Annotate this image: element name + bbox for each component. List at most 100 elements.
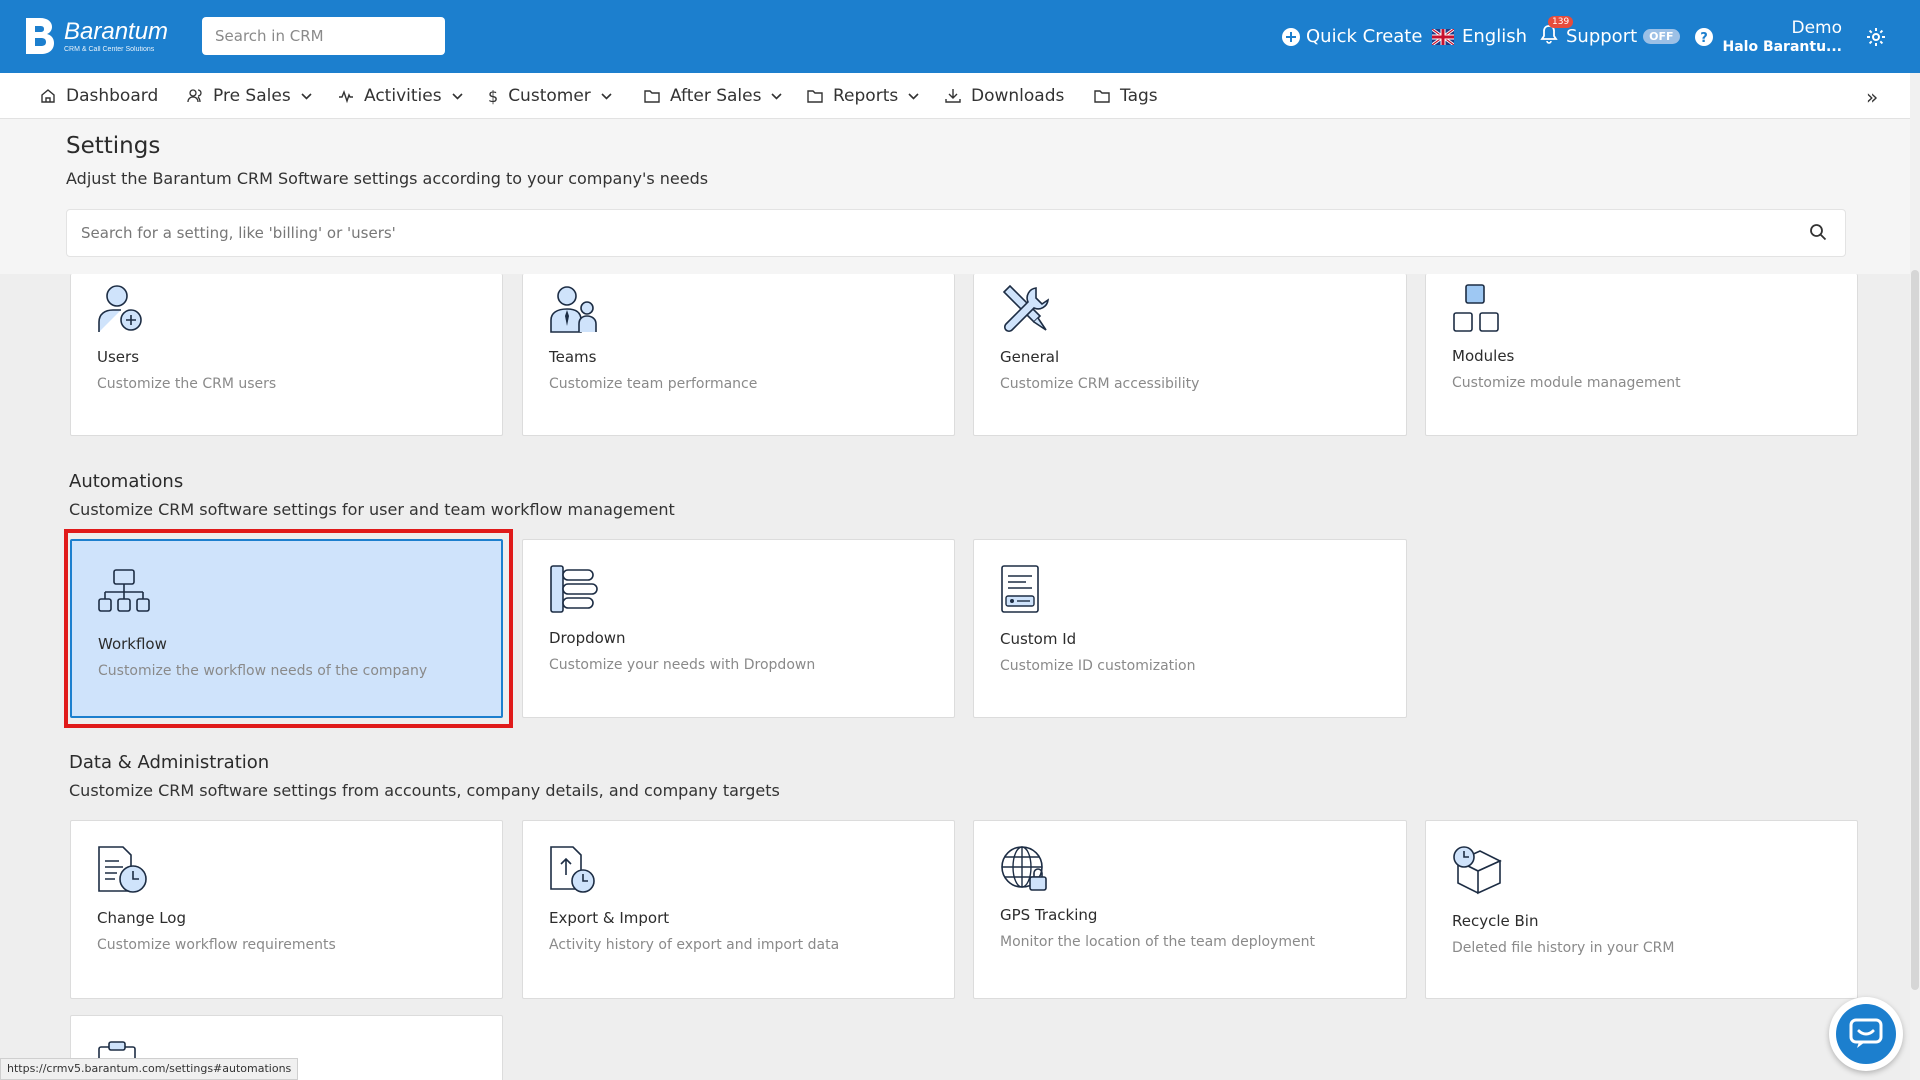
nav-activities[interactable]: Activities — [338, 73, 473, 119]
card-description: Customize team performance — [549, 376, 758, 392]
help-button[interactable]: ? — [1695, 0, 1713, 73]
settings-card-teams[interactable]: Teams Customize team performance — [522, 274, 955, 436]
brand-tagline: CRM & Call Center Solutions — [64, 45, 155, 53]
logo-mark-icon — [22, 16, 58, 56]
settings-card-gps-tracking[interactable]: GPS Tracking Monitor the location of the… — [973, 820, 1407, 999]
notification-badge: 139 — [1548, 16, 1574, 28]
settings-card-dropdown[interactable]: Dropdown Customize your needs with Dropd… — [522, 539, 955, 718]
card-title: Teams — [549, 348, 597, 366]
card-title: Custom Id — [1000, 630, 1077, 648]
id-document-icon — [1000, 564, 1040, 618]
card-title: Recycle Bin — [1452, 912, 1539, 930]
card-title: Modules — [1452, 347, 1515, 365]
card-description: Monitor the location of the team deploym… — [1000, 934, 1315, 950]
nav-label: Activities — [364, 86, 442, 106]
nav-label: Tags — [1120, 86, 1158, 106]
plus-circle-icon — [1282, 27, 1300, 46]
globe-lock-icon — [1000, 845, 1050, 897]
support-state-badge: OFF — [1643, 29, 1680, 44]
folder-icon — [644, 90, 660, 103]
team-icon — [549, 284, 599, 338]
status-bar-url: https://crmv5.barantum.com/settings#auto… — [0, 1058, 299, 1080]
section-subtitle-automations: Customize CRM software settings for user… — [69, 500, 675, 519]
page-title: Settings — [66, 133, 161, 159]
quick-create-button[interactable]: Quick Create — [1282, 0, 1422, 73]
card-title: GPS Tracking — [1000, 906, 1098, 924]
card-description: Customize your needs with Dropdown — [549, 657, 816, 673]
language-label: English — [1462, 26, 1527, 47]
card-title: Change Log — [97, 909, 186, 927]
settings-card-custom-id[interactable]: Custom Id Customize ID customization — [973, 539, 1407, 718]
home-icon — [41, 89, 55, 103]
card-description: Customize workflow requirements — [97, 937, 336, 953]
card-description: Customize the CRM users — [97, 376, 277, 392]
brand-logo[interactable]: Barantum CRM & Call Center Solutions — [22, 16, 168, 56]
nav-after-sales[interactable]: After Sales — [644, 73, 792, 119]
nav-label: Dashboard — [66, 86, 159, 106]
chat-icon — [1836, 1004, 1896, 1064]
section-title-automations: Automations — [69, 471, 184, 492]
gear-icon — [1867, 27, 1885, 46]
user-company: Halo Barantu... — [1722, 38, 1842, 55]
settings-search-box — [66, 209, 1846, 257]
search-icon[interactable] — [1809, 223, 1827, 245]
page-subtitle: Adjust the Barantum CRM Software setting… — [66, 169, 709, 188]
folder-icon — [1094, 90, 1110, 103]
help-icon: ? — [1695, 27, 1713, 46]
settings-header: Settings Adjust the Barantum CRM Softwar… — [0, 119, 1910, 274]
users-icon — [187, 89, 202, 103]
settings-search-input[interactable] — [67, 210, 1767, 256]
section-subtitle-data-admin: Customize CRM software settings from acc… — [69, 781, 780, 800]
user-add-icon — [97, 284, 145, 338]
settings-card-change-log[interactable]: Change Log Customize workflow requiremen… — [70, 820, 503, 999]
folder-icon — [807, 90, 823, 103]
dropdown-list-icon — [549, 564, 599, 618]
card-title: Users — [97, 348, 140, 366]
card-title: General — [1000, 348, 1060, 366]
nav-label: Reports — [833, 86, 899, 106]
nav-label: After Sales — [670, 86, 762, 106]
chevron-down-icon — [301, 92, 312, 100]
settings-card-recycle-bin[interactable]: Recycle Bin Deleted file history in your… — [1425, 820, 1858, 999]
nav-downloads[interactable]: Downloads — [945, 73, 1064, 119]
notification-bell[interactable]: 139 — [1540, 16, 1574, 49]
nav-label: Customer — [508, 86, 591, 106]
settings-card-users[interactable]: Users Customize the CRM users — [70, 274, 503, 436]
card-description: Customize module management — [1452, 375, 1681, 391]
settings-card-export-import[interactable]: Export & Import Activity history of expo… — [522, 820, 955, 999]
brand-name: Barantum — [64, 17, 169, 45]
chevron-down-icon — [601, 92, 612, 100]
nav-more-button[interactable]: » — [1866, 85, 1878, 109]
dollar-icon: $ — [488, 86, 499, 106]
settings-gear-button[interactable] — [1866, 0, 1886, 73]
chevron-down-icon — [771, 92, 783, 100]
card-description: Deleted file history in your CRM — [1452, 940, 1675, 956]
svg-text:?: ? — [1700, 31, 1708, 46]
nav-tags[interactable]: Tags — [1094, 73, 1158, 119]
user-menu[interactable]: Demo Halo Barantu... — [1722, 0, 1842, 73]
nav-reports[interactable]: Reports — [807, 73, 929, 119]
scrollbar-thumb[interactable] — [1911, 270, 1919, 990]
card-description: Activity history of export and import da… — [549, 937, 840, 953]
quick-create-label: Quick Create — [1306, 26, 1423, 47]
uk-flag-icon — [1432, 28, 1454, 45]
activity-icon — [339, 89, 353, 104]
nav-dashboard[interactable]: Dashboard — [40, 73, 158, 119]
download-icon — [945, 89, 961, 103]
card-description: Customize CRM accessibility — [1000, 376, 1200, 392]
settings-card-modules[interactable]: Modules Customize module management — [1425, 274, 1858, 436]
selection-highlight-frame — [64, 529, 513, 728]
nav-label: Pre Sales — [213, 86, 291, 106]
modules-icon — [1452, 284, 1502, 338]
language-selector[interactable]: English — [1432, 0, 1527, 73]
settings-card-general[interactable]: General Customize CRM accessibility — [973, 274, 1407, 436]
main-navigation: Dashboard Pre Sales Activities $ Custome… — [0, 73, 1920, 119]
crm-search-input[interactable] — [202, 17, 445, 55]
tools-icon — [1000, 284, 1050, 338]
support-label: Support — [1566, 26, 1638, 47]
nav-customer[interactable]: $ Customer — [488, 73, 622, 119]
live-chat-button[interactable] — [1829, 997, 1903, 1071]
support-toggle[interactable]: 139 Support OFF — [1540, 0, 1680, 73]
chevron-down-icon — [451, 92, 463, 100]
nav-pre-sales[interactable]: Pre Sales — [187, 73, 322, 119]
